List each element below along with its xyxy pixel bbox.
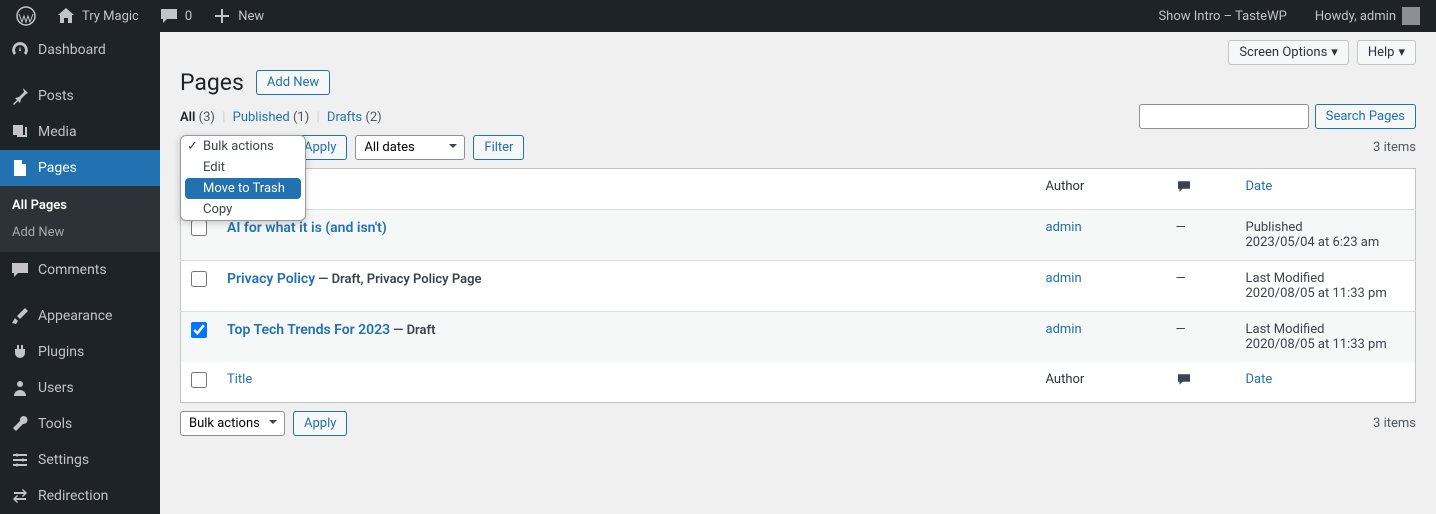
col-title[interactable]: Title (217, 169, 1036, 210)
menu-tools[interactable]: Tools (0, 406, 160, 442)
col-comments[interactable] (1166, 169, 1236, 210)
row-author-link[interactable]: admin (1046, 322, 1082, 337)
col-author-foot: Author (1036, 362, 1166, 403)
col-title-foot[interactable]: Title (217, 362, 1036, 403)
row-date: Last Modified2020/08/05 at 11:33 pm (1236, 261, 1416, 312)
search-input[interactable] (1139, 104, 1309, 129)
pin-icon (10, 86, 30, 106)
filter-published[interactable]: Published (233, 110, 290, 125)
wordpress-icon (16, 6, 36, 26)
apply-button-bottom[interactable]: Apply (293, 411, 347, 436)
page-title: Pages (180, 69, 244, 96)
howdy-label: Howdy, admin (1315, 9, 1396, 24)
col-comments-foot[interactable] (1166, 362, 1236, 403)
pages-table: Title Author Date AI for what it is (and… (180, 168, 1416, 403)
chevron-down-icon: ▾ (1331, 45, 1338, 60)
row-title-link[interactable]: AI for what it is (and isn't) (227, 220, 387, 236)
dashboard-icon (10, 40, 30, 60)
bulk-option-bulk-actions[interactable]: Bulk actions (181, 136, 305, 157)
search-pages-button[interactable]: Search Pages (1315, 104, 1416, 129)
home-icon (56, 6, 76, 26)
row-comments: — (1166, 210, 1236, 261)
page-icon (10, 158, 30, 178)
bulk-actions-dropdown-open: Bulk actions Edit Move to Trash Copy (180, 135, 306, 221)
menu-posts[interactable]: Posts (0, 78, 160, 114)
row-checkbox[interactable] (191, 220, 207, 236)
admin-bar: Try Magic 0 New Show Intro – TasteWP How… (0, 0, 1436, 32)
pages-submenu: All Pages Add New (0, 186, 160, 252)
menu-appearance[interactable]: Appearance (0, 298, 160, 334)
wrench-icon (10, 414, 30, 434)
items-count-top: 3 items (1373, 140, 1416, 155)
plug-icon (10, 342, 30, 362)
select-all-bottom[interactable] (191, 372, 207, 388)
menu-media[interactable]: Media (0, 114, 160, 150)
row-title-link[interactable]: Privacy Policy (227, 271, 315, 287)
row-comments: — (1166, 312, 1236, 363)
bulk-option-edit[interactable]: Edit (181, 157, 305, 178)
comments-bubble[interactable]: 0 (151, 6, 200, 26)
menu-comments[interactable]: Comments (0, 252, 160, 288)
row-state: — Draft, Privacy Policy Page (315, 272, 481, 287)
row-date: Last Modified2020/08/05 at 11:33 pm (1236, 312, 1416, 363)
try-magic-label: Try Magic (82, 9, 139, 24)
menu-redirection[interactable]: Redirection (0, 478, 160, 514)
menu-pages[interactable]: Pages (0, 150, 160, 186)
row-author-link[interactable]: admin (1046, 271, 1082, 286)
submenu-all-pages[interactable]: All Pages (0, 192, 160, 219)
row-state: — Draft (390, 323, 435, 338)
chevron-down-icon: ▾ (1398, 45, 1405, 60)
new-content[interactable]: New (204, 6, 272, 26)
table-row: Privacy Policy — Draft, Privacy Policy P… (181, 261, 1416, 312)
col-date[interactable]: Date (1236, 169, 1416, 210)
filter-drafts[interactable]: Drafts (327, 110, 362, 125)
row-date: Published2023/05/04 at 6:23 am (1236, 210, 1416, 261)
bulk-option-move-to-trash[interactable]: Move to Trash (185, 178, 301, 199)
screen-options-button[interactable]: Screen Options ▾ (1228, 40, 1349, 65)
brush-icon (10, 306, 30, 326)
plus-icon (212, 6, 232, 26)
help-button[interactable]: Help ▾ (1357, 40, 1416, 65)
table-row: AI for what it is (and isn't) admin — Pu… (181, 210, 1416, 261)
comment-icon (159, 6, 179, 26)
media-icon (10, 122, 30, 142)
admin-menu: Dashboard Posts Media Pages All Pages Ad… (0, 32, 160, 514)
menu-plugins[interactable]: Plugins (0, 334, 160, 370)
add-new-button[interactable]: Add New (256, 70, 330, 95)
show-intro[interactable]: Show Intro – TasteWP (1150, 9, 1294, 24)
redirect-icon (10, 486, 30, 506)
filter-all[interactable]: All (180, 110, 195, 125)
row-title-link[interactable]: Top Tech Trends For 2023 (227, 322, 390, 338)
wp-logo[interactable] (8, 6, 44, 26)
row-comments: — (1166, 261, 1236, 312)
comment-icon (10, 260, 30, 280)
col-author: Author (1036, 169, 1166, 210)
comment-icon (1176, 179, 1192, 194)
user-icon (10, 378, 30, 398)
row-checkbox[interactable] (191, 271, 207, 287)
comments-count: 0 (185, 9, 192, 24)
filter-button[interactable]: Filter (473, 135, 524, 160)
sliders-icon (10, 450, 30, 470)
my-account[interactable]: Howdy, admin (1307, 7, 1428, 25)
new-label: New (238, 9, 264, 24)
comment-icon (1176, 372, 1192, 387)
site-home[interactable]: Try Magic (48, 6, 147, 26)
row-author-link[interactable]: admin (1046, 220, 1082, 235)
menu-settings[interactable]: Settings (0, 442, 160, 478)
date-filter[interactable]: All dates (355, 135, 465, 160)
row-checkbox[interactable] (191, 322, 207, 338)
bulk-actions-bottom[interactable]: Bulk actions (180, 411, 285, 436)
submenu-add-new[interactable]: Add New (0, 219, 160, 246)
col-date-foot[interactable]: Date (1236, 362, 1416, 403)
menu-users[interactable]: Users (0, 370, 160, 406)
table-row: Top Tech Trends For 2023 — Draft admin —… (181, 312, 1416, 363)
avatar (1402, 7, 1420, 25)
menu-dashboard[interactable]: Dashboard (0, 32, 160, 68)
items-count-bottom: 3 items (1373, 416, 1416, 431)
bulk-option-copy[interactable]: Copy (181, 199, 305, 220)
